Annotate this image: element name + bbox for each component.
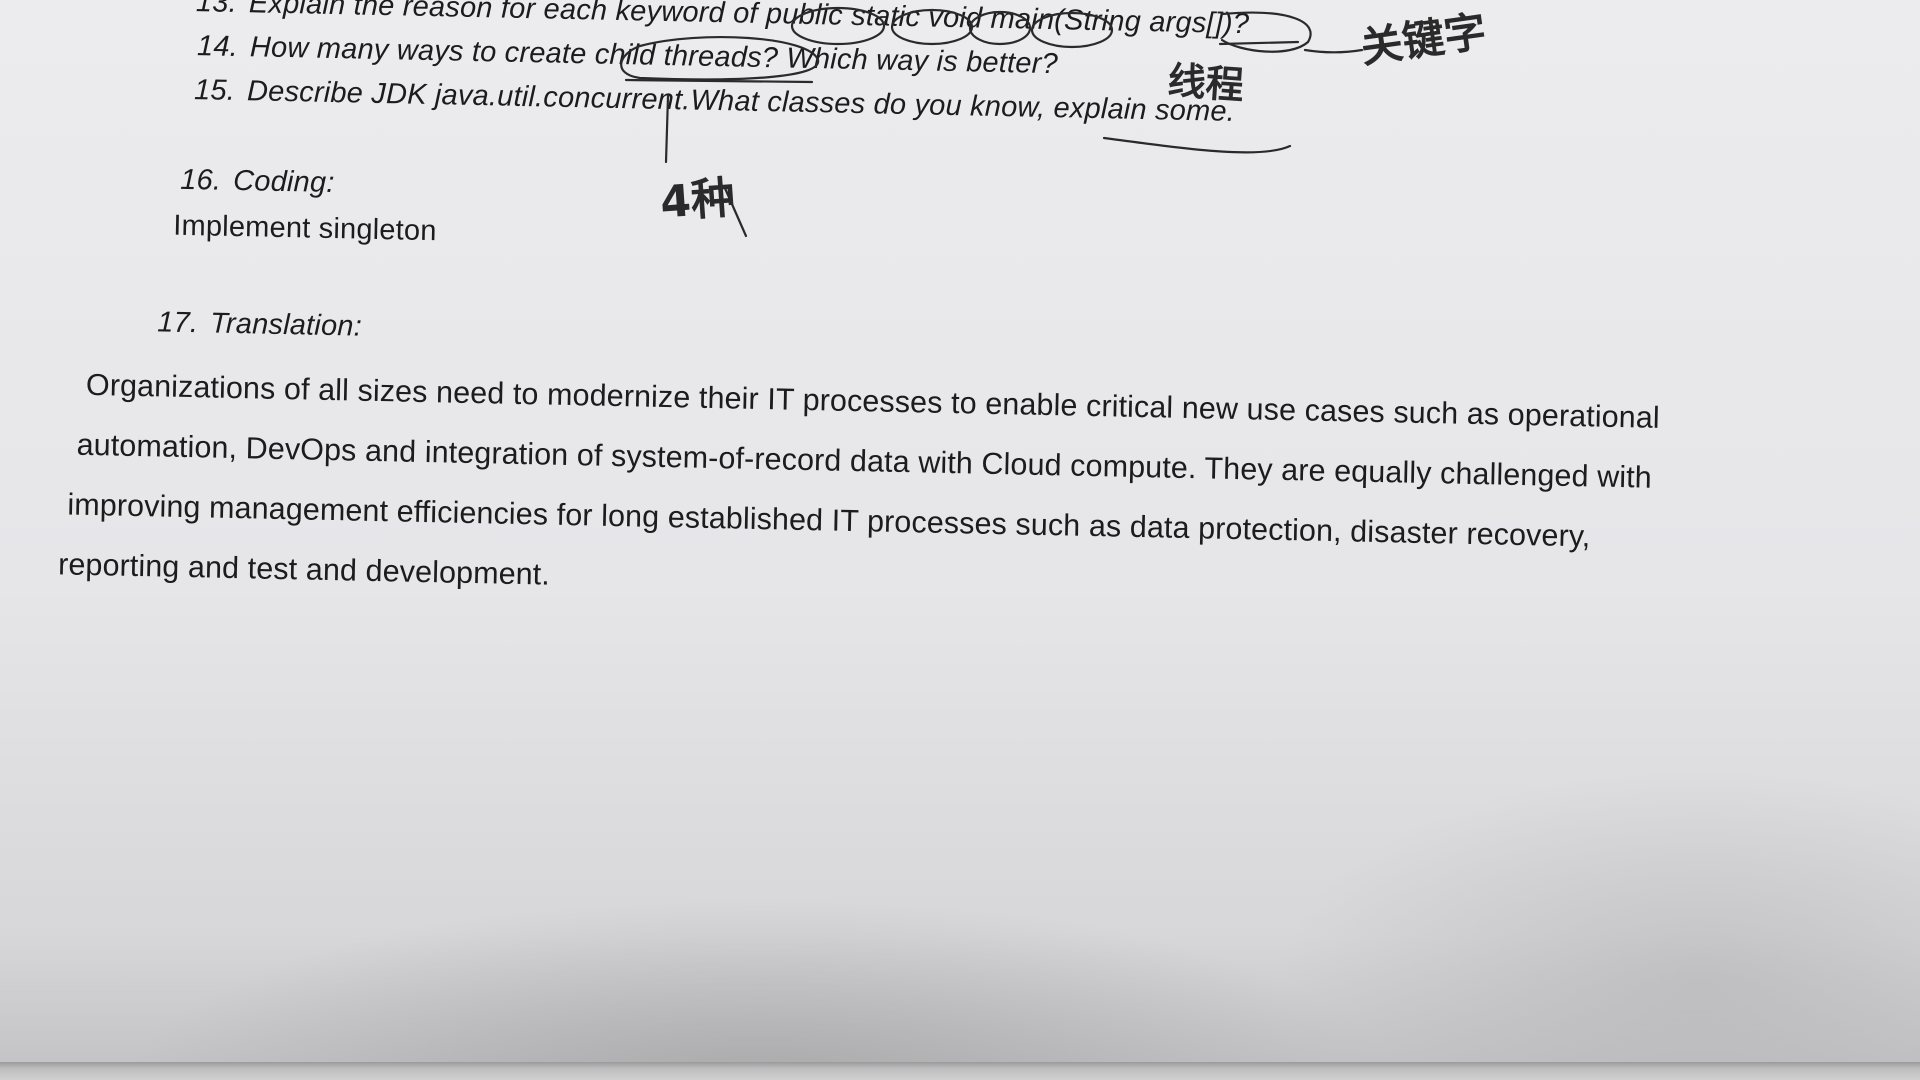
question-text: How many ways to create child threads? W… bbox=[249, 31, 1059, 81]
paragraph-line-3: improving management efficiencies for lo… bbox=[67, 487, 1591, 554]
paper-sheet: 13. Explain the reason for each keyword o… bbox=[0, 0, 1920, 1062]
question-15: 15. Describe JDK java.util.concurrent.Wha… bbox=[194, 74, 1236, 129]
paragraph-line-4: reporting and test and development. bbox=[57, 547, 551, 592]
paper-bottom-edge bbox=[0, 1062, 1920, 1080]
paragraph-line-2: automation, DevOps and integration of sy… bbox=[76, 427, 1653, 495]
question-16-task: Implement singleton bbox=[172, 209, 437, 248]
paragraph-line-1: Organizations of all sizes need to moder… bbox=[85, 367, 1661, 435]
question-14: 14. How many ways to create child threads… bbox=[197, 30, 1058, 81]
question-number: 13. bbox=[195, 0, 238, 19]
question-16: 16. Coding: bbox=[180, 164, 335, 200]
handwritten-note-threads: 线程 bbox=[1166, 58, 1246, 108]
handwritten-note-count: 4种 bbox=[658, 172, 737, 229]
question-text: Describe JDK java.util.concurrent.What c… bbox=[246, 75, 1236, 128]
question-number: 17. bbox=[156, 306, 199, 340]
question-text: Coding: bbox=[232, 164, 335, 200]
exam-sheet-content: 13. Explain the reason for each keyword o… bbox=[0, 0, 1920, 1062]
question-number: 16. bbox=[179, 163, 222, 197]
question-17: 17. Translation: bbox=[157, 306, 362, 343]
question-number: 14. bbox=[196, 30, 239, 63]
question-text: Translation: bbox=[209, 307, 363, 343]
question-number: 15. bbox=[193, 74, 236, 107]
